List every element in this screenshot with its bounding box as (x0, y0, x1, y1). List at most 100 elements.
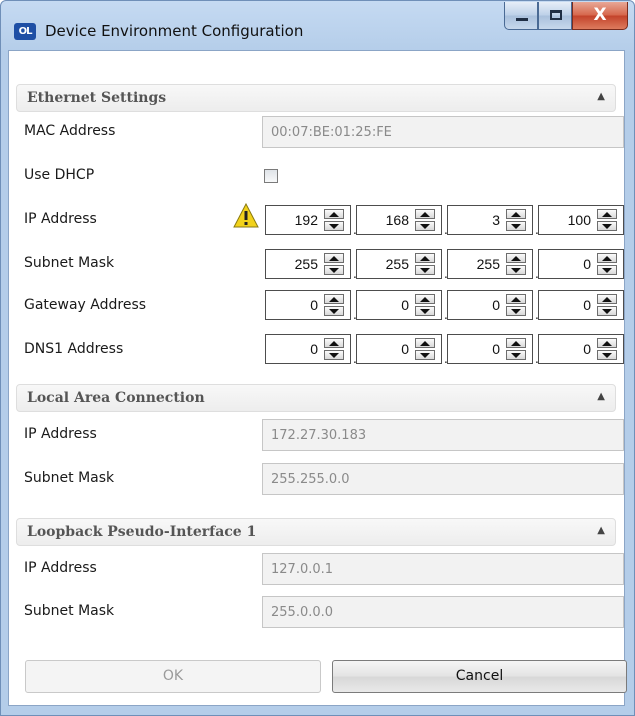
octet-value: 168 (385, 212, 409, 228)
spin-up-button[interactable] (324, 209, 344, 219)
spin-up-button[interactable] (324, 338, 344, 348)
octet-value: 3 (492, 212, 500, 228)
spin-down-button[interactable] (597, 265, 617, 275)
ok-button[interactable]: OK (25, 660, 321, 693)
spin-up-button[interactable] (597, 209, 617, 219)
octet-value: 0 (492, 341, 500, 357)
section-title-local-area: Local Area Connection (27, 390, 205, 406)
spin-down-button[interactable] (415, 265, 435, 275)
spin-down-button[interactable] (415, 306, 435, 316)
spin-down-button[interactable] (324, 265, 344, 275)
octet-value: 0 (583, 297, 591, 313)
ip-octet-4[interactable]: 100 (538, 205, 624, 235)
spinner (597, 338, 617, 360)
spin-down-button[interactable] (415, 350, 435, 360)
section-header-local-area[interactable]: Local Area Connection ▲ (16, 384, 616, 412)
mac-address-label: MAC Address (24, 123, 116, 139)
spinner (597, 209, 617, 231)
maximize-button[interactable] (538, 2, 572, 30)
spin-up-button[interactable] (415, 294, 435, 304)
spinner (597, 253, 617, 275)
title-bar[interactable]: OL Device Environment Configuration X (1, 1, 634, 51)
loopback-ip-address-field: 127.0.0.1 (262, 553, 624, 585)
use-dhcp-checkbox[interactable] (264, 169, 278, 183)
octet-value: 255 (385, 256, 409, 272)
spin-down-button[interactable] (324, 350, 344, 360)
ip-address-label: IP Address (24, 211, 97, 227)
subnet-octet-4[interactable]: 0 (538, 249, 624, 279)
subnet-octet-1[interactable]: 255 (265, 249, 351, 279)
ip-octet-1[interactable]: 192 (265, 205, 351, 235)
dns1-octet-1[interactable]: 0 (265, 334, 351, 364)
spin-up-button[interactable] (506, 294, 526, 304)
section-title-loopback: Loopback Pseudo-Interface 1 (27, 524, 257, 540)
lan-subnet-mask-label: Subnet Mask (24, 470, 115, 486)
spin-down-button[interactable] (597, 306, 617, 316)
spinner (506, 338, 526, 360)
spin-up-button[interactable] (506, 253, 526, 263)
octet-value: 0 (401, 297, 409, 313)
collapse-chevron-icon[interactable]: ▲ (597, 391, 605, 402)
dns1-octet-4[interactable]: 0 (538, 334, 624, 364)
spin-down-button[interactable] (506, 350, 526, 360)
use-dhcp-label: Use DHCP (24, 167, 95, 183)
section-header-loopback[interactable]: Loopback Pseudo-Interface 1 ▲ (16, 518, 616, 546)
section-header-ethernet[interactable]: Ethernet Settings ▲ (16, 84, 616, 112)
spin-up-button[interactable] (324, 294, 344, 304)
collapse-chevron-icon[interactable]: ▲ (597, 525, 605, 536)
gateway-octet-3[interactable]: 0 (447, 290, 533, 320)
spinner (506, 209, 526, 231)
octet-value: 0 (492, 297, 500, 313)
gateway-address-label: Gateway Address (24, 297, 147, 313)
spin-up-button[interactable] (324, 253, 344, 263)
subnet-octet-2[interactable]: 255 (356, 249, 442, 279)
app-icon: OL (14, 23, 36, 40)
ip-octet-2[interactable]: 168 (356, 205, 442, 235)
octet-value: 255 (476, 256, 500, 272)
spin-up-button[interactable] (506, 338, 526, 348)
spin-down-button[interactable] (506, 265, 526, 275)
gateway-octet-2[interactable]: 0 (356, 290, 442, 320)
spin-up-button[interactable] (597, 253, 617, 263)
spin-down-button[interactable] (324, 221, 344, 231)
minimize-button[interactable] (504, 2, 538, 30)
gateway-octet-4[interactable]: 0 (538, 290, 624, 320)
spin-down-button[interactable] (324, 306, 344, 316)
spin-up-button[interactable] (597, 294, 617, 304)
ip-octet-3[interactable]: 3 (447, 205, 533, 235)
cancel-button[interactable]: Cancel (332, 660, 627, 693)
close-icon: X (593, 5, 607, 25)
collapse-chevron-icon[interactable]: ▲ (597, 91, 605, 102)
spinner (324, 338, 344, 360)
minimize-icon (516, 18, 528, 21)
octet-value: 0 (401, 341, 409, 357)
lan-ip-address-label: IP Address (24, 426, 97, 442)
spinner (415, 294, 435, 316)
close-button[interactable]: X (572, 2, 628, 30)
loopback-subnet-mask-field: 255.0.0.0 (262, 596, 624, 628)
spin-up-button[interactable] (415, 253, 435, 263)
spin-down-button[interactable] (415, 221, 435, 231)
spin-down-button[interactable] (597, 221, 617, 231)
section-title-ethernet: Ethernet Settings (27, 90, 167, 106)
dns1-octet-3[interactable]: 0 (447, 334, 533, 364)
spin-down-button[interactable] (506, 221, 526, 231)
gateway-octet-1[interactable]: 0 (265, 290, 351, 320)
spin-down-button[interactable] (506, 306, 526, 316)
dns1-address-input: 0 . 0 . 0 . 0 (265, 334, 625, 366)
spin-up-button[interactable] (597, 338, 617, 348)
spin-up-button[interactable] (415, 338, 435, 348)
dns1-octet-2[interactable]: 0 (356, 334, 442, 364)
spin-up-button[interactable] (415, 209, 435, 219)
mac-address-field: 00:07:BE:01:25:FE (262, 116, 624, 148)
octet-value: 255 (294, 256, 318, 272)
spinner (506, 253, 526, 275)
octet-value: 0 (310, 341, 318, 357)
octet-value: 100 (567, 212, 591, 228)
octet-value: 192 (294, 212, 318, 228)
spin-up-button[interactable] (506, 209, 526, 219)
subnet-octet-3[interactable]: 255 (447, 249, 533, 279)
window-title: Device Environment Configuration (45, 22, 304, 40)
spin-down-button[interactable] (597, 350, 617, 360)
octet-value: 0 (583, 256, 591, 272)
